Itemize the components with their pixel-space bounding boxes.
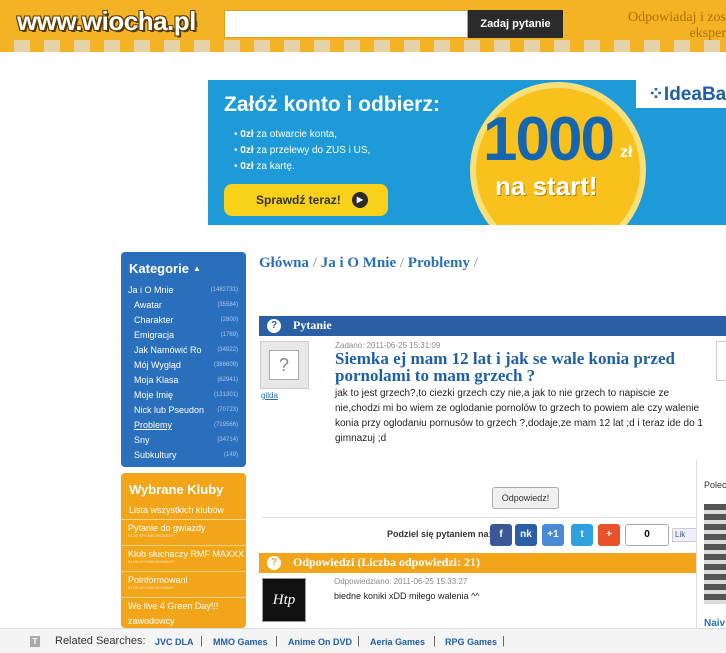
question-title: Siemka ej mam 12 lat i jak se wale konia…: [335, 349, 675, 385]
breadcrumb-category[interactable]: Ja i O Mnie: [321, 255, 396, 271]
nk-icon[interactable]: nk: [515, 524, 537, 546]
share-label: Podziel się pytaniem na:: [387, 529, 492, 539]
breadcrumb-separator: /: [312, 255, 317, 271]
question-section-bar: ? Pytanie: [259, 316, 726, 336]
answers-section-bar: ? Odpowiedzi (Liczba odpowiedzi: 21): [259, 553, 726, 573]
category-item[interactable]: Emigracja (1769): [121, 330, 246, 345]
question-section-title: Pytanie: [293, 318, 332, 332]
club-item[interactable]: Pytanie do gwiazdy KLUB SPONSOROWANY: [121, 519, 246, 545]
category-item[interactable]: Awatar (35584): [121, 300, 246, 315]
question-mark-icon: ?: [267, 556, 281, 570]
breadcrumb-subcategory[interactable]: Problemy: [408, 255, 470, 271]
question-mark-icon: ?: [267, 319, 281, 333]
related-link[interactable]: JVC DLA: [155, 637, 194, 647]
banner-tagline: na start!: [495, 171, 598, 201]
breadcrumb-home[interactable]: Główna: [259, 255, 309, 271]
banner-bullets: 0zł za otwarcie konta, 0zł za przelewy d…: [234, 127, 370, 175]
answer-avatar[interactable]: Htp: [262, 578, 306, 622]
separator: |: [275, 635, 278, 647]
separator: |: [200, 635, 203, 647]
bank-name: IdeaBa: [663, 84, 726, 105]
right-panel-label: Polec: [704, 480, 726, 490]
related-searches-label: Related Searches:: [55, 635, 146, 647]
facebook-icon[interactable]: f: [490, 524, 512, 546]
club-item[interactable]: We live 4 Green Day!!!: [121, 597, 246, 613]
related-link[interactable]: Aeria Games: [370, 637, 425, 647]
separator: |: [433, 635, 436, 647]
answers-section-title: Odpowiedzi (Liczba odpowiedzi: 21): [293, 555, 481, 569]
share-count: 0: [625, 524, 669, 546]
category-item[interactable]: Nick lub Pseudon (70723): [121, 405, 246, 420]
breadcrumb-separator: /: [399, 255, 405, 271]
plus-icon[interactable]: +: [598, 524, 620, 546]
clubs-panel: Wybrane Kluby Lista wszystkich klubów Py…: [121, 473, 246, 628]
categories-header[interactable]: Kategorie ▲: [129, 261, 201, 276]
breadcrumb: Główna / Ja i O Mnie / Problemy /: [259, 255, 478, 272]
related-searches-bar: T Related Searches: JVC DLA | MMO Games …: [0, 628, 726, 653]
club-item[interactable]: zawodowcy: [121, 613, 246, 628]
all-clubs-link[interactable]: Lista wszystkich klubów: [129, 505, 224, 515]
category-item[interactable]: Charakter (2800): [121, 315, 246, 330]
category-item-active[interactable]: Problemy (719566): [121, 420, 246, 435]
text-icon: T: [30, 636, 40, 647]
right-panel-image[interactable]: [704, 504, 726, 604]
answer-button[interactable]: Odpowiedz!: [492, 487, 559, 509]
banner-cta-label: Sprawdź teraz!: [256, 193, 341, 207]
answer-text: biedne koniki xDD miłego walenia ^^: [334, 591, 480, 601]
placeholder-avatar-icon: ?: [269, 350, 299, 380]
separator: |: [357, 635, 360, 647]
category-item[interactable]: Moja Klasa (62941): [121, 375, 246, 390]
separator: |: [502, 635, 505, 647]
question-input[interactable]: [224, 10, 468, 38]
google-plus-icon[interactable]: +1: [542, 524, 564, 546]
categories-panel: Kategorie ▲ Ja i O Mnie (1482731) Awatar (3…: [121, 252, 246, 467]
category-item[interactable]: Moje Imię (131301): [121, 390, 246, 405]
club-item[interactable]: Klub słuchaczy RMF MAXXX KLUB SPONSOROWAN…: [121, 545, 246, 571]
banner-amount: 1000: [483, 105, 615, 174]
related-link[interactable]: MMO Games: [213, 637, 268, 647]
side-widget: [716, 341, 726, 381]
category-item[interactable]: Jak Namówić Ro (34922): [121, 345, 246, 360]
collapse-arrow-icon: ▲: [192, 264, 201, 273]
ask-question-button[interactable]: Zadaj pytanie: [468, 10, 563, 38]
user-avatar[interactable]: ?: [260, 341, 309, 389]
bank-logo: ⁘IdeaBa: [648, 84, 726, 105]
divider: [262, 517, 712, 518]
category-item[interactable]: Sny (34714): [121, 435, 246, 450]
banner-cta-button[interactable]: Sprawdź teraz! ▶: [224, 184, 388, 216]
related-link[interactable]: RPG Games: [445, 637, 497, 647]
asker-username[interactable]: gilda: [261, 391, 278, 400]
header-promo-line-2: eksper: [689, 26, 726, 41]
header-promo-line-1: Odpowiadaj i zos: [628, 10, 726, 25]
club-item[interactable]: Poinformowani KLUB SPONSOROWANY: [121, 571, 246, 597]
banner-headline: Załóż konto i odbierz:: [224, 93, 440, 116]
ad-banner[interactable]: ⁘IdeaBa Załóż konto i odbierz: 0zł za ot…: [208, 80, 726, 225]
banner-currency: zł: [620, 144, 633, 161]
clubs-header: Wybrane Kluby: [129, 482, 224, 497]
category-item[interactable]: Ja i O Mnie (1482731): [121, 285, 246, 300]
banner-bullet: 0zł za kartę.: [234, 159, 370, 175]
play-arrow-icon: ▶: [352, 192, 368, 208]
category-item[interactable]: Subkultury (149): [121, 450, 246, 465]
banner-bullet: 0zł za otwarcie konta,: [234, 127, 370, 143]
header-promo-text: Odpowiadaj i zos eksper: [610, 10, 726, 42]
twitter-icon[interactable]: t: [571, 524, 593, 546]
breadcrumb-separator: /: [473, 255, 478, 271]
right-panel: Polec Naiv: [696, 460, 726, 630]
question-body: jak to jest grzech?,to ciezki grzech czy…: [335, 388, 703, 444]
answer-date: Odpowiedziano: 2011-06-25 15:33:27: [334, 577, 468, 586]
site-logo[interactable]: www.wiocha.pl: [17, 6, 196, 37]
banner-bullet: 0zł za przelewy do ZUS i US,: [234, 143, 370, 159]
related-link[interactable]: Anime On DVD: [288, 637, 352, 647]
category-item[interactable]: Mój Wygląd (386609): [121, 360, 246, 375]
